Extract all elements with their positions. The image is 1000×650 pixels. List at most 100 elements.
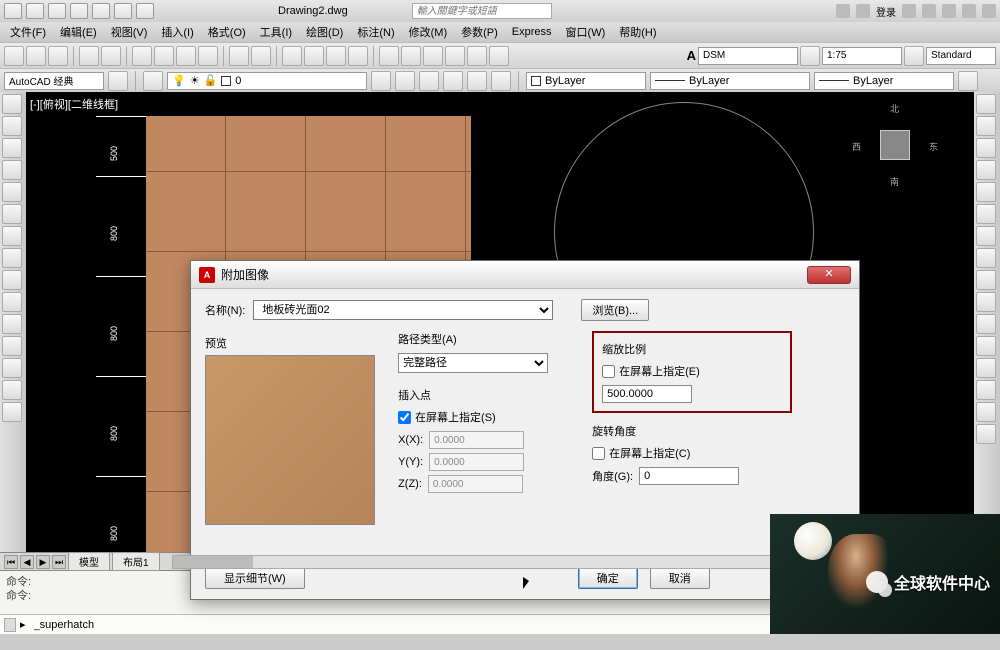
point-icon[interactable] [2, 292, 22, 312]
properties-icon[interactable] [379, 46, 399, 66]
text-style-icon[interactable]: A [687, 48, 696, 63]
toolpalettes-icon[interactable] [423, 46, 443, 66]
viewport-label[interactable]: [-][俯视][二维线框] [30, 96, 118, 112]
specify-onscreen-checkbox[interactable] [398, 411, 411, 424]
trim-icon[interactable] [976, 292, 996, 312]
layer-make-current-icon[interactable] [491, 71, 511, 91]
gradient-icon[interactable] [2, 402, 22, 422]
fillet-icon[interactable] [976, 402, 996, 422]
view-cube[interactable]: 北 南 东 西 [850, 100, 940, 190]
menu-express[interactable]: Express [506, 24, 558, 40]
close-icon[interactable] [982, 4, 996, 18]
undo-icon[interactable] [229, 46, 249, 66]
menu-tools[interactable]: 工具(I) [254, 22, 298, 42]
exchange-icon[interactable] [902, 4, 916, 18]
new-icon[interactable] [4, 46, 24, 66]
compass-south[interactable]: 南 [890, 175, 899, 188]
menu-format[interactable]: 格式(O) [202, 22, 252, 42]
qat-new-icon[interactable] [26, 3, 44, 19]
user-icon[interactable] [856, 4, 870, 18]
rectangle-icon[interactable] [2, 182, 22, 202]
browse-button[interactable]: 浏览(B)... [581, 299, 649, 321]
menu-file[interactable]: 文件(F) [4, 22, 52, 42]
menu-modify[interactable]: 修改(M) [403, 22, 454, 42]
cancel-button[interactable]: 取消 [650, 567, 710, 589]
tab-model[interactable]: 模型 [68, 552, 110, 571]
zoom-prev-icon[interactable] [348, 46, 368, 66]
dialog-titlebar[interactable]: A 附加图像 ✕ [191, 261, 859, 289]
copy-obj-icon[interactable] [976, 116, 996, 136]
hatch-icon[interactable] [2, 248, 22, 268]
layer-iso-icon[interactable] [419, 71, 439, 91]
menu-draw[interactable]: 绘图(D) [300, 22, 349, 42]
compass-east[interactable]: 东 [929, 140, 938, 153]
layer-states-icon[interactable] [395, 71, 415, 91]
standard-dropdown[interactable]: Standard [926, 47, 996, 65]
preview-icon[interactable] [101, 46, 121, 66]
color-dropdown[interactable]: ByLayer [526, 72, 646, 90]
layer-dropdown[interactable]: 💡 ☀ 🔓 0 [167, 72, 367, 90]
workspace-dropdown[interactable]: AutoCAD 经典 [4, 72, 104, 90]
search-icon[interactable] [836, 4, 850, 18]
tab-last-icon[interactable]: ⏭ [52, 555, 66, 569]
pline-icon[interactable] [2, 116, 22, 136]
linetype-dropdown[interactable]: ByLayer [650, 72, 810, 90]
menu-insert[interactable]: 插入(I) [155, 22, 199, 42]
scale-onscreen-checkbox[interactable] [602, 365, 615, 378]
region-icon[interactable] [2, 380, 22, 400]
minimize-icon[interactable] [942, 4, 956, 18]
dim-update-icon[interactable] [800, 46, 820, 66]
redo-icon[interactable] [251, 46, 271, 66]
rotate-icon[interactable] [976, 226, 996, 246]
menu-parametric[interactable]: 参数(P) [455, 22, 504, 42]
line-icon[interactable] [2, 94, 22, 114]
qat-redo-icon[interactable] [136, 3, 154, 19]
mtext-icon[interactable] [2, 358, 22, 378]
designcenter-icon[interactable] [401, 46, 421, 66]
arc-icon[interactable] [2, 160, 22, 180]
cut-icon[interactable] [132, 46, 152, 66]
menu-dimension[interactable]: 标注(N) [351, 22, 400, 42]
dim-style-dropdown[interactable]: DSM [698, 47, 798, 65]
save-icon[interactable] [48, 46, 68, 66]
lineweight-dropdown[interactable]: ByLayer [814, 72, 954, 90]
table-style-icon[interactable] [904, 46, 924, 66]
scale-dropdown[interactable]: 1:75 [822, 47, 902, 65]
qat-print-icon[interactable] [92, 3, 110, 19]
qat-save-icon[interactable] [70, 3, 88, 19]
plot-icon[interactable] [79, 46, 99, 66]
plot-style-icon[interactable] [958, 71, 978, 91]
help-search-input[interactable] [412, 3, 552, 19]
scrollbar-thumb[interactable] [173, 556, 253, 568]
mirror-icon[interactable] [976, 138, 996, 158]
compass-north[interactable]: 北 [890, 102, 899, 115]
stretch-icon[interactable] [976, 270, 996, 290]
block-icon[interactable] [2, 314, 22, 334]
extend-icon[interactable] [976, 314, 996, 334]
matchprop-icon[interactable] [198, 46, 218, 66]
explode-icon[interactable] [976, 424, 996, 444]
cube-top-face[interactable] [880, 130, 910, 160]
open-icon[interactable] [26, 46, 46, 66]
menu-window[interactable]: 窗口(W) [560, 22, 612, 42]
pathtype-dropdown[interactable]: 完整路径 [398, 353, 548, 373]
tab-layout1[interactable]: 布局1 [112, 552, 160, 571]
zoom-window-icon[interactable] [326, 46, 346, 66]
maximize-icon[interactable] [962, 4, 976, 18]
sheetset-icon[interactable] [445, 46, 465, 66]
circle-icon[interactable] [2, 138, 22, 158]
scale-input[interactable] [602, 385, 692, 403]
table-icon[interactable] [2, 336, 22, 356]
tab-next-icon[interactable]: ▶ [36, 555, 50, 569]
workspace-settings-icon[interactable] [108, 71, 128, 91]
spline-icon[interactable] [2, 270, 22, 290]
calc-icon[interactable] [489, 46, 509, 66]
ellipse-icon[interactable] [2, 226, 22, 246]
markup-icon[interactable] [467, 46, 487, 66]
qat-undo-icon[interactable] [114, 3, 132, 19]
layer-manager-icon[interactable] [143, 71, 163, 91]
join-icon[interactable] [976, 358, 996, 378]
offset-icon[interactable] [976, 160, 996, 180]
polygon-icon[interactable] [2, 204, 22, 224]
compass-west[interactable]: 西 [852, 140, 861, 153]
